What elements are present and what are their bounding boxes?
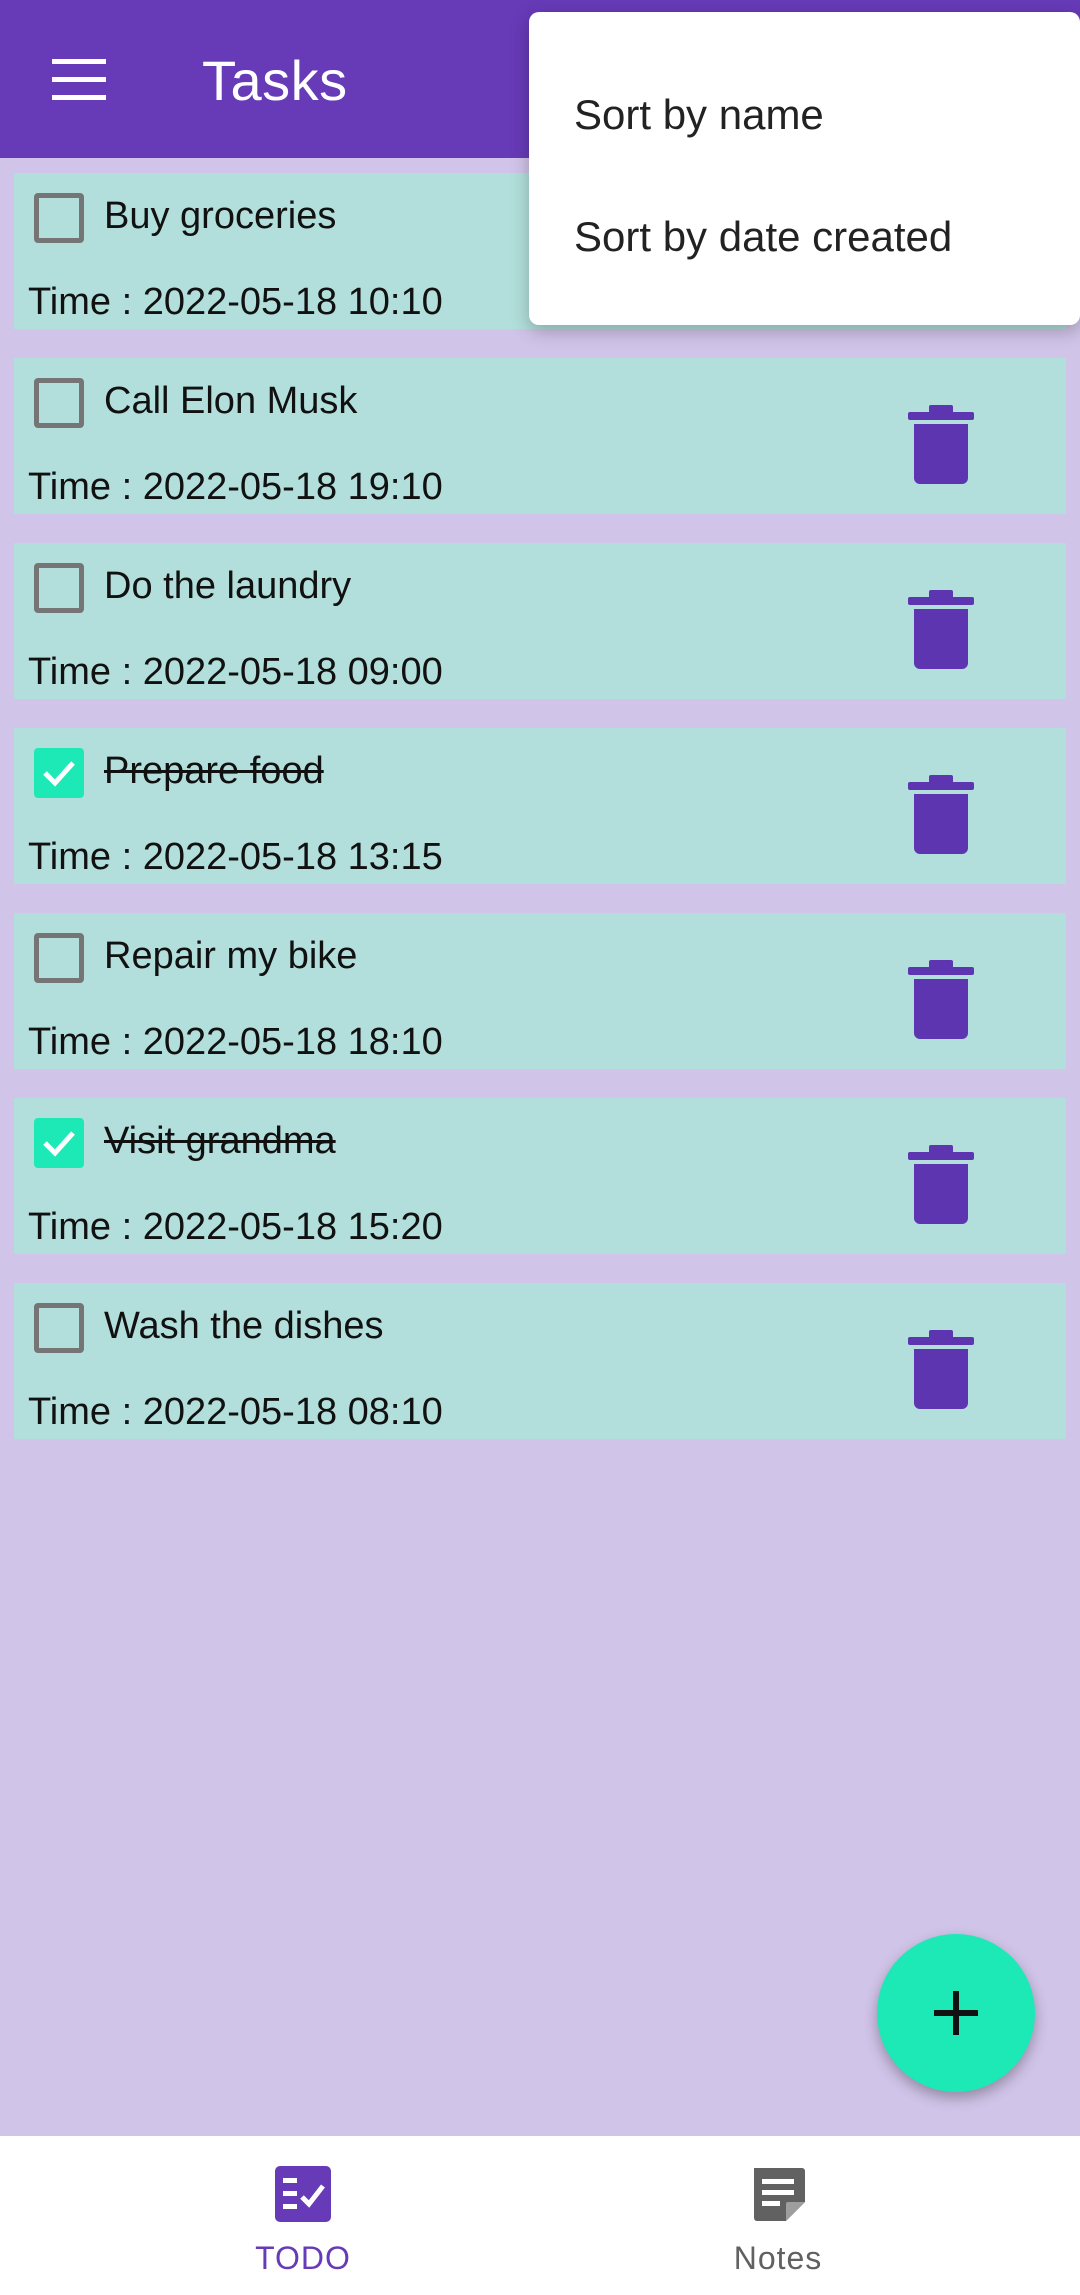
task-checkbox-checked[interactable] [34,748,84,798]
nav-label-todo: TODO [255,2240,351,2276]
sort-menu: Sort by name Sort by date created [529,12,1080,325]
checkmark-icon [43,1131,75,1157]
app-root: Tasks Buy groceries Time : 2022-05-18 10:… [0,0,1080,2295]
task-time: Time : 2022-05-18 18:10 [28,1021,443,1063]
task-time: Time : 2022-05-18 10:10 [28,281,443,323]
task-checkbox-checked[interactable] [34,1118,84,1168]
task-title: Prepare food [104,750,324,792]
task-checkbox[interactable] [34,563,84,613]
checkmark-icon [43,761,75,787]
nav-item-todo[interactable]: TODO [33,2136,573,2295]
trash-icon[interactable] [904,772,978,856]
task-card[interactable]: Do the laundry Time : 2022-05-18 09:00 [14,543,1066,699]
trash-icon[interactable] [904,957,978,1041]
task-card[interactable]: Visit grandma Time : 2022-05-18 15:20 [14,1098,1066,1254]
sort-by-date-option[interactable]: Sort by date created [529,182,1080,292]
task-title: Do the laundry [104,565,352,607]
task-time: Time : 2022-05-18 13:15 [28,836,443,878]
trash-icon[interactable] [904,402,978,486]
task-checkbox[interactable] [34,193,84,243]
notes-icon [748,2164,808,2224]
task-title: Repair my bike [104,935,358,977]
nav-label-notes: Notes [733,2240,823,2276]
task-title: Buy groceries [104,195,337,237]
task-title: Call Elon Musk [104,380,358,422]
task-time: Time : 2022-05-18 19:10 [28,466,443,508]
todo-checklist-icon [273,2164,333,2224]
task-time: Time : 2022-05-18 09:00 [28,651,443,693]
task-time: Time : 2022-05-18 08:10 [28,1391,443,1433]
page-title: Tasks [202,49,348,112]
task-checkbox[interactable] [34,1303,84,1353]
add-task-button[interactable] [877,1934,1035,2092]
task-list: Buy groceries Time : 2022-05-18 10:10 Call… [14,173,1066,1468]
task-card[interactable]: Prepare food Time : 2022-05-18 13:15 [14,728,1066,884]
nav-item-notes[interactable]: Notes [508,2136,1048,2295]
hamburger-menu-icon[interactable] [40,42,120,122]
plus-icon [934,1991,978,2035]
task-checkbox[interactable] [34,378,84,428]
trash-icon[interactable] [904,587,978,671]
task-card[interactable]: Wash the dishes Time : 2022-05-18 08:10 [14,1283,1066,1439]
task-card[interactable]: Repair my bike Time : 2022-05-18 18:10 [14,913,1066,1069]
trash-icon[interactable] [904,1327,978,1411]
task-card[interactable]: Call Elon Musk Time : 2022-05-18 19:10 [14,358,1066,514]
task-title: Visit grandma [104,1120,336,1162]
task-title: Wash the dishes [104,1305,384,1347]
task-checkbox[interactable] [34,933,84,983]
trash-icon[interactable] [904,1142,978,1226]
bottom-navigation: TODO Notes [0,2136,1080,2295]
task-time: Time : 2022-05-18 15:20 [28,1206,443,1248]
sort-by-name-option[interactable]: Sort by name [529,48,1080,182]
